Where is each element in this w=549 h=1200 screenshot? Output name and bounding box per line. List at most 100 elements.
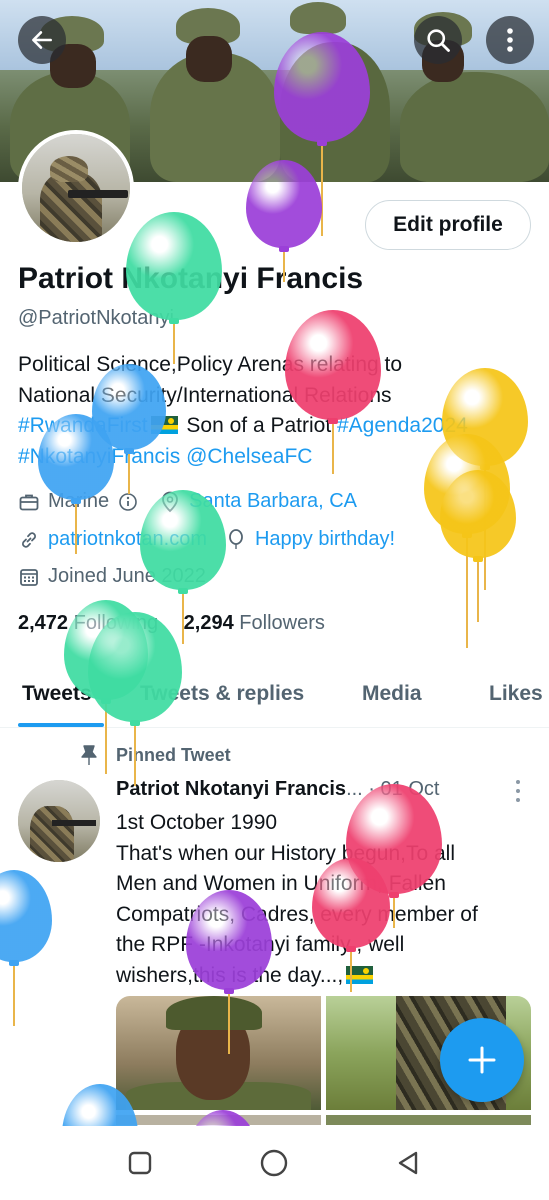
tweet-header: Patriot Nkotanyi Francis... · 01 Oct: [116, 778, 439, 801]
pin-icon: [81, 745, 97, 765]
balloon-string: [477, 562, 479, 622]
tweet-line: 1st October 1990: [116, 811, 278, 834]
profile-tabs: Tweets Tweets & replies Media Likes: [0, 668, 549, 728]
system-back-button[interactable]: [391, 1146, 425, 1180]
balloon-icon: [0, 870, 52, 1030]
tweet-separator: ·: [368, 778, 375, 800]
calendar-icon: [18, 566, 40, 588]
banner-helmet: [290, 2, 346, 34]
edit-profile-button[interactable]: Edit profile: [365, 200, 531, 250]
square-icon: [128, 1151, 152, 1175]
profile-meta-row-1: Marine Santa Barbara, CA: [18, 490, 357, 513]
followers-link[interactable]: 2,294 Followers: [184, 612, 325, 634]
mention-link[interactable]: @ChelseaFC: [186, 445, 312, 468]
tweet-media-image-4[interactable]: [326, 1115, 531, 1125]
info-icon[interactable]: [117, 491, 139, 513]
tweet-author-name[interactable]: Patriot Nkotanyi Francis: [116, 778, 346, 800]
tweet-line: Compatriots, Cadres, every member of: [116, 902, 478, 926]
pinned-tweet-text: Pinned Tweet: [116, 744, 231, 765]
avatar-helmet: [50, 156, 88, 182]
briefcase-icon: [18, 491, 40, 513]
tweet-name-ellipsis: ...: [346, 778, 363, 800]
profile-name: Patriot Nkotanyi Francis: [18, 262, 364, 295]
link-icon: [18, 529, 40, 551]
tweet-more-icon[interactable]: [512, 780, 524, 802]
avatar-soldier: [40, 172, 102, 242]
tweet-date[interactable]: 01 Oct: [381, 778, 440, 800]
balloon-body: [0, 870, 52, 962]
following-link[interactable]: 2,472 Following: [18, 612, 158, 634]
rwanda-flag-icon: [346, 965, 374, 984]
hashtag-link[interactable]: #RwandaFirst: [18, 414, 148, 437]
balloon-icon: [225, 528, 247, 551]
following-label: Following: [73, 612, 159, 634]
balloon-knot: [279, 246, 289, 252]
profile-location: Santa Barbara, CA: [189, 490, 358, 512]
following-count: 2,472: [18, 612, 69, 634]
location-pin-icon: [159, 491, 181, 513]
recents-button[interactable]: [123, 1146, 157, 1180]
followers-count: 2,294: [183, 612, 234, 634]
hashtag-link[interactable]: #Agenda2024: [337, 414, 468, 437]
android-nav-bar: [0, 1126, 549, 1200]
tweet-line: the RPF -Inkotanyi family , well: [116, 933, 405, 956]
rwanda-flag-icon: [150, 416, 178, 434]
balloon-knot: [9, 960, 19, 966]
tab-tweets[interactable]: Tweets: [22, 682, 92, 706]
balloon-string: [466, 538, 468, 648]
balloon-string: [13, 966, 15, 1026]
balloon-string: [484, 470, 486, 590]
more-button[interactable]: [486, 16, 534, 64]
tweet-line: wishers,this is the day...,: [116, 961, 536, 992]
bio-text: Son of a Patriot: [180, 414, 337, 437]
search-icon: [427, 29, 450, 52]
follow-stats: 2,472 Following 2,294 Followers: [18, 612, 325, 635]
tweet-line: Men and Women in Uniform, Fallen: [116, 872, 446, 895]
profile-meta-row-3: Joined June 2022: [18, 565, 206, 588]
compose-tweet-button[interactable]: [440, 1018, 524, 1102]
tweet-media-image-3[interactable]: [116, 1115, 321, 1125]
profile-website-link[interactable]: patriotnkotan.com: [48, 528, 207, 551]
bio-line: #NkotanyiFrancis @ChelseaFC: [18, 442, 528, 473]
banner-face: [186, 36, 232, 82]
search-button[interactable]: [414, 16, 462, 64]
birthday-text: Happy birthday!: [254, 528, 396, 550]
tab-tweets-replies[interactable]: Tweets & replies: [140, 682, 304, 706]
tweet-avatar-soldier: [30, 806, 74, 862]
profile-bio: Political Science,Policy Arenas relating…: [18, 350, 528, 472]
back-button[interactable]: [18, 16, 66, 64]
triangle-back-icon: [398, 1151, 418, 1175]
avatar-rifle: [68, 190, 128, 198]
circle-icon: [260, 1149, 288, 1177]
home-button[interactable]: [257, 1146, 291, 1180]
balloon-body: [440, 470, 516, 558]
tweet-media-image-1[interactable]: [116, 996, 321, 1110]
balloon-knot: [178, 588, 188, 594]
pinned-label: Pinned Tweet: [78, 744, 231, 766]
more-vertical-icon: [507, 28, 513, 52]
bio-line: #RwandaFirst Son of a Patriot #Agenda202…: [18, 411, 528, 442]
joined-date: Joined June 2022: [48, 565, 206, 587]
bio-line: Political Science,Policy Arenas relating…: [18, 353, 403, 376]
followers-label: Followers: [239, 612, 325, 634]
tweet-line-text: wishers,this is the day...,: [116, 963, 344, 987]
media-cap: [166, 996, 262, 1030]
tweet-author-avatar[interactable]: [18, 780, 100, 862]
balloon-icon: [440, 470, 516, 626]
tweet-body: 1st October 1990 That's when our History…: [116, 808, 536, 991]
profile-category: Marine: [48, 490, 110, 512]
hashtag-link[interactable]: #NkotanyiFrancis: [18, 445, 180, 468]
tab-media[interactable]: Media: [362, 682, 422, 706]
tweet-avatar-rifle: [52, 820, 96, 826]
active-tab-indicator: [18, 723, 104, 727]
tab-likes[interactable]: Likes: [489, 682, 543, 706]
profile-avatar[interactable]: [18, 130, 134, 246]
banner-soldier: [280, 42, 390, 182]
profile-handle: @PatriotNkotanyi: [18, 307, 174, 329]
balloon-knot: [473, 556, 483, 562]
tweet-line: That's when our History begun,To all: [116, 841, 456, 865]
balloon-knot: [462, 532, 472, 538]
profile-meta-row-2: patriotnkotan.com Happy birthday!: [18, 528, 395, 551]
plus-icon: [468, 1046, 496, 1074]
bio-line: National Security/International Relation…: [18, 383, 392, 407]
